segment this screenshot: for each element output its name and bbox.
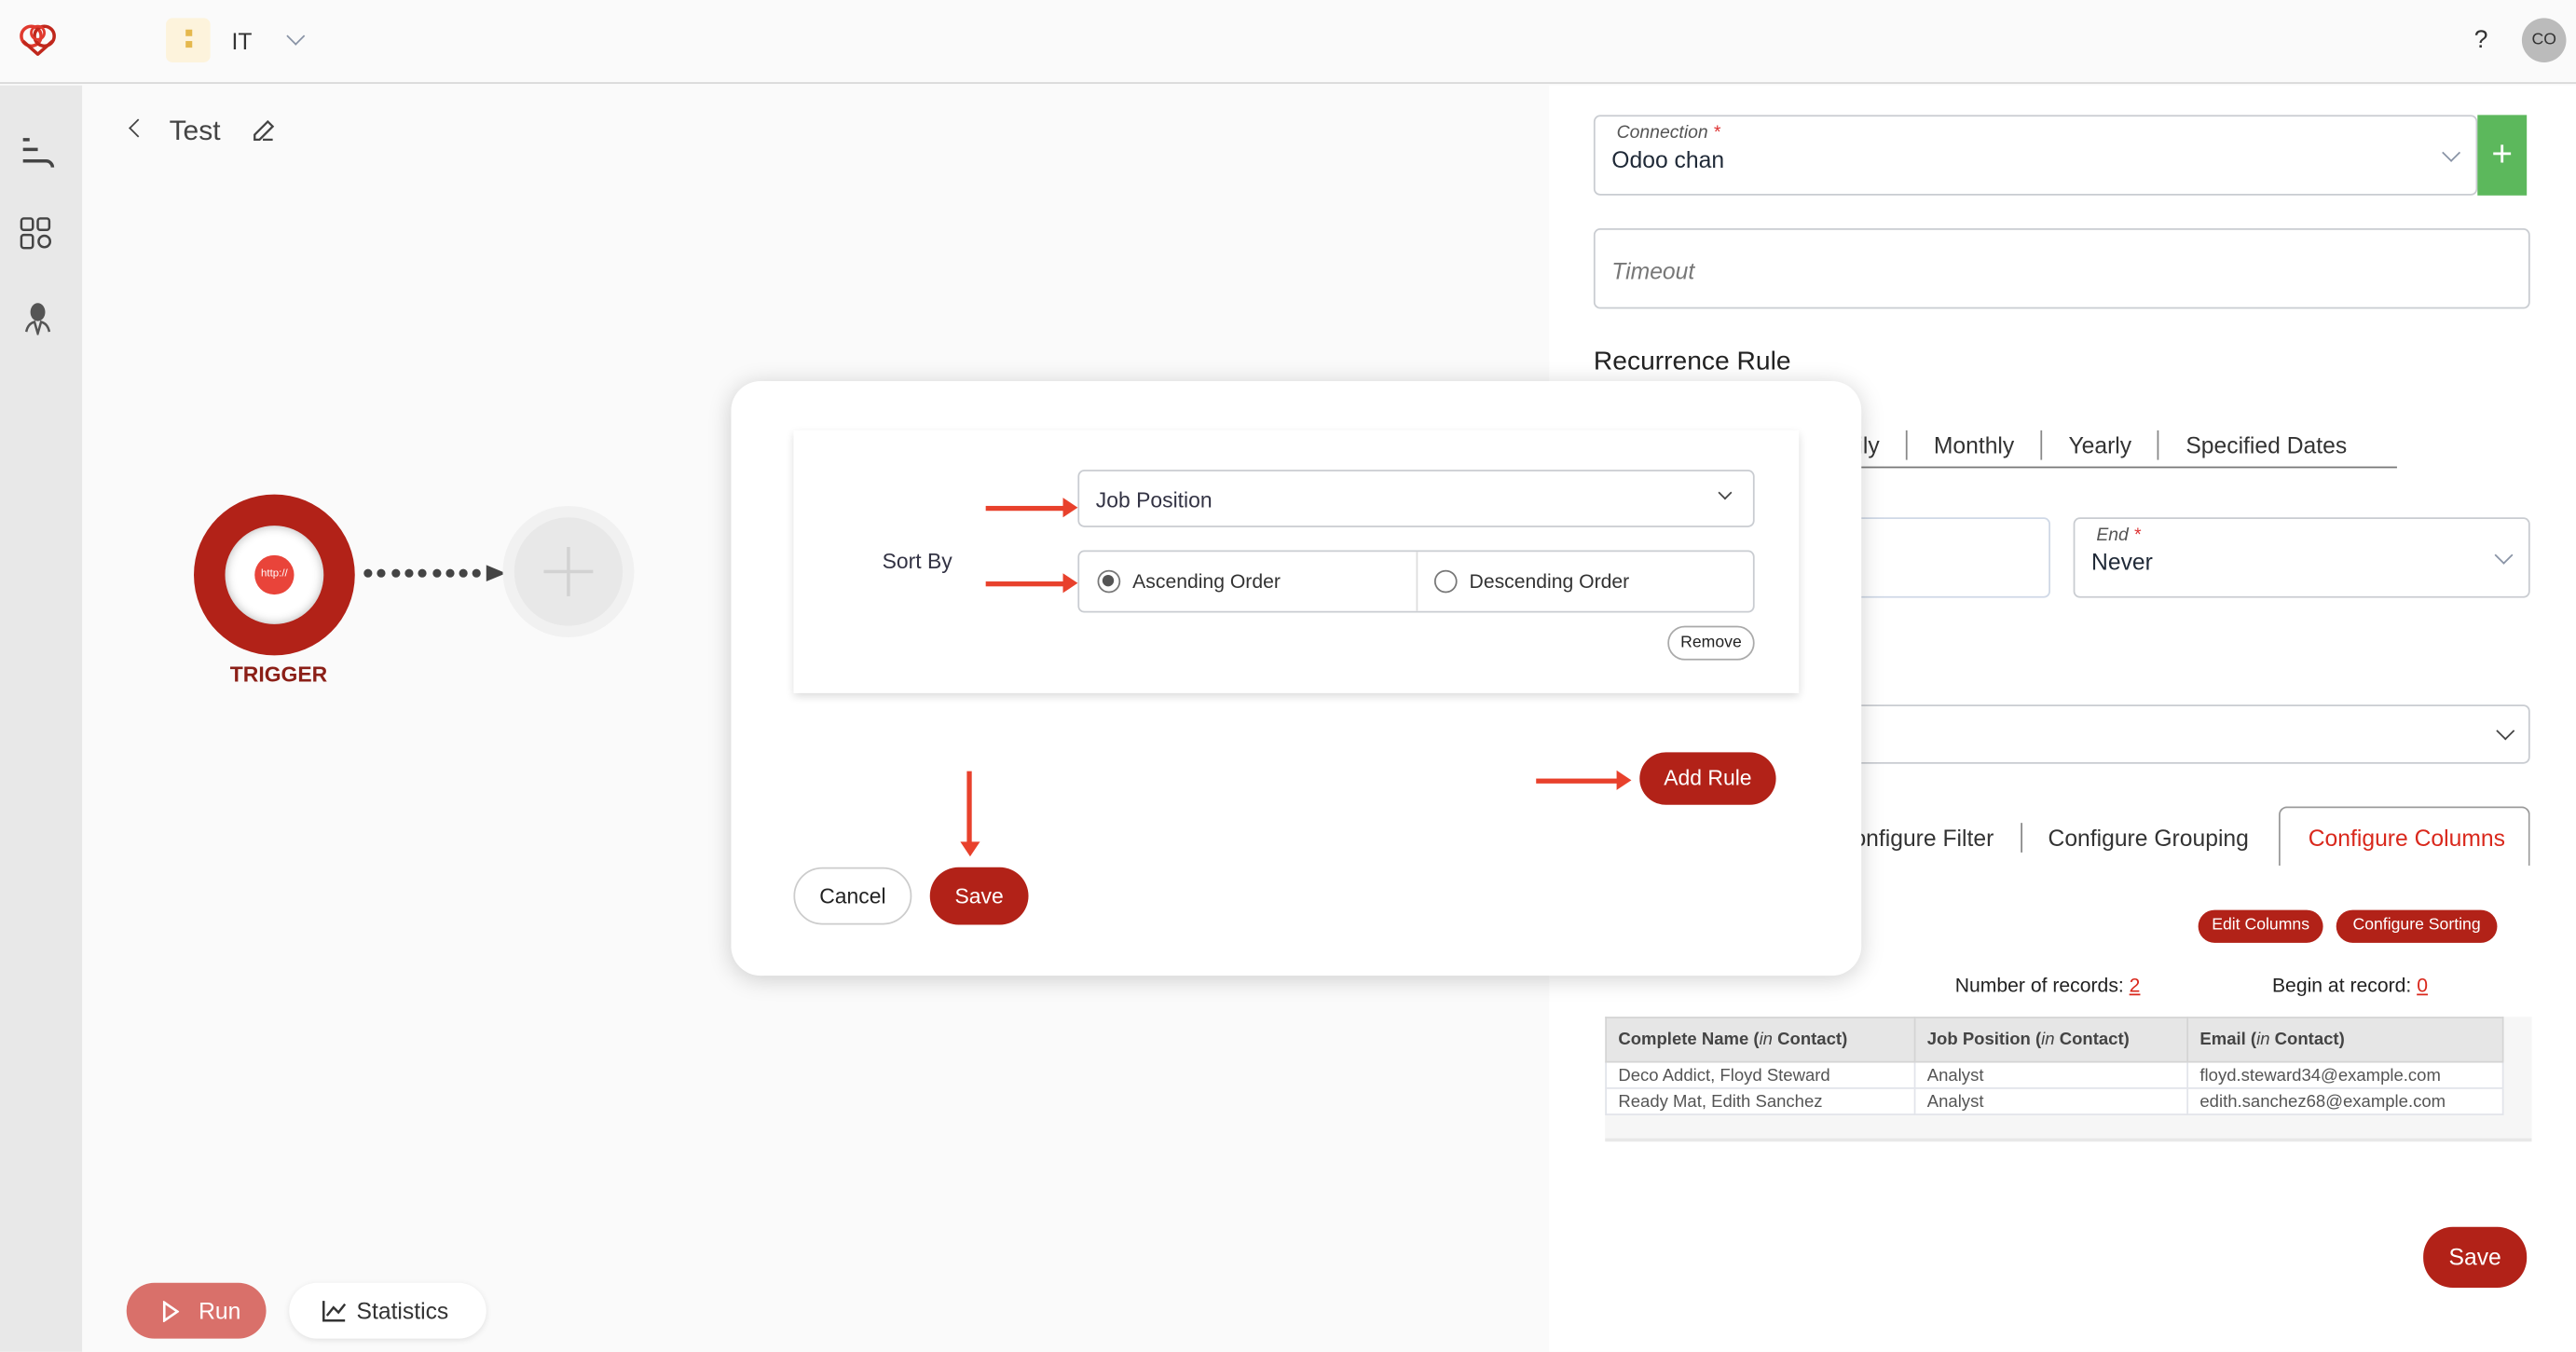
annotation-arrow <box>966 771 972 847</box>
http-badge: http:// <box>254 554 295 595</box>
cancel-button[interactable]: Cancel <box>793 867 912 925</box>
top-bar: IT ? CO <box>0 0 2576 84</box>
records-value[interactable]: 2 <box>2130 974 2141 997</box>
dropdown-select[interactable] <box>1795 704 2530 764</box>
recurrence-tabs: aily Monthly Yearly Specified Dates <box>1844 430 2397 469</box>
begin-value[interactable]: 0 <box>2417 974 2428 997</box>
connection-label: Connection <box>1616 123 1708 143</box>
help-icon[interactable]: ? <box>2474 26 2488 54</box>
descending-radio[interactable]: Descending Order <box>1418 552 1629 610</box>
configure-sorting-button[interactable]: Configure Sorting <box>2336 909 2498 943</box>
tab-monthly[interactable]: Monthly <box>1934 432 2014 458</box>
end-value: Never <box>2091 548 2153 575</box>
avatar[interactable]: CO <box>2521 18 2567 62</box>
annotation-arrow <box>1536 770 1632 790</box>
trigger-node[interactable]: http:// <box>194 494 355 656</box>
sort-rule-modal: Sort By Job Position Ascending Order Des… <box>731 380 1862 976</box>
chart-icon <box>322 1301 347 1322</box>
flows-icon[interactable] <box>20 135 56 168</box>
chevron-down-icon <box>2494 545 2514 565</box>
modal-save-button[interactable]: Save <box>929 867 1029 925</box>
chevron-down-icon <box>1718 485 1733 500</box>
chevron-down-icon <box>2442 143 2461 162</box>
tab-specified-dates[interactable]: Specified Dates <box>2185 432 2347 458</box>
tab-configure-columns[interactable]: Configure Columns <box>2279 806 2530 866</box>
results-area: Complete Name (in Contact) Job Position … <box>1605 1017 2532 1142</box>
end-label: End <box>2096 526 2129 546</box>
tab-yearly[interactable]: Yearly <box>2068 432 2131 458</box>
column-header: Email (in Contact) <box>2186 1017 2504 1063</box>
statistics-label: Statistics <box>356 1297 449 1324</box>
tab-configure-filter[interactable]: onfigure Filter <box>1853 825 1994 851</box>
records-count: Number of records: 2 <box>1954 974 2141 998</box>
workspace-name[interactable]: IT <box>232 28 253 54</box>
results-table: Complete Name (in Contact) Job Position … <box>1605 1017 2504 1115</box>
sort-rule-card: Sort By Job Position Ascending Order Des… <box>793 430 1800 693</box>
column-header: Job Position (in Contact) <box>1913 1017 2189 1063</box>
table-row: Ready Mat, Edith Sanchez Analyst edith.san… <box>1605 1086 2504 1115</box>
panel-save-button[interactable]: Save <box>2423 1226 2528 1289</box>
flow-title: Test <box>169 115 221 146</box>
statistics-button[interactable]: Statistics <box>289 1282 486 1339</box>
end-select[interactable]: End * Never <box>2073 517 2530 598</box>
trigger-label: TRIGGER <box>229 662 328 687</box>
annotation-arrow <box>985 573 1078 594</box>
table-row: Deco Addict, Floyd Steward Analyst floyd.s… <box>1605 1060 2504 1089</box>
annotation-arrow <box>985 498 1078 518</box>
chevron-down-icon <box>2496 721 2515 741</box>
begin-record: Begin at record: 0 <box>2271 974 2428 998</box>
user-icon[interactable] <box>23 302 53 335</box>
add-step-node[interactable] <box>502 505 635 637</box>
workspace-icon[interactable] <box>166 18 211 62</box>
add-connection-button[interactable]: + <box>2477 115 2528 196</box>
config-tabs: onfigure Filter Configure Grouping <box>1853 823 2249 853</box>
remove-button[interactable]: Remove <box>1667 625 1755 661</box>
back-chevron-icon[interactable] <box>129 118 148 138</box>
add-rule-button[interactable]: Add Rule <box>1639 752 1776 805</box>
logo-icon[interactable] <box>18 23 57 56</box>
connection-select[interactable]: Connection * Odoo chan <box>1593 115 2478 196</box>
workspace-chevron-down-icon[interactable] <box>286 26 306 46</box>
timeout-input[interactable]: Timeout <box>1593 228 2530 309</box>
run-label: Run <box>199 1297 241 1324</box>
tab-configure-grouping[interactable]: Configure Grouping <box>2048 825 2248 851</box>
edit-pencil-icon[interactable] <box>252 118 275 143</box>
connector-arrow <box>363 565 506 582</box>
ascending-radio[interactable]: Ascending Order <box>1079 552 1418 611</box>
sidebar <box>0 85 83 1352</box>
sort-order-group: Ascending Order Descending Order <box>1077 550 1755 613</box>
apps-icon[interactable] <box>20 217 56 253</box>
edit-columns-button[interactable]: Edit Columns <box>2198 909 2323 943</box>
sort-by-label: Sort By <box>882 548 952 574</box>
connection-value: Odoo chan <box>1611 145 1725 173</box>
run-button[interactable]: Run <box>126 1282 267 1339</box>
sort-field-select[interactable]: Job Position <box>1077 470 1755 527</box>
column-header: Complete Name (in Contact) <box>1605 1017 1916 1063</box>
recurrence-title: Recurrence Rule <box>1593 348 1791 376</box>
